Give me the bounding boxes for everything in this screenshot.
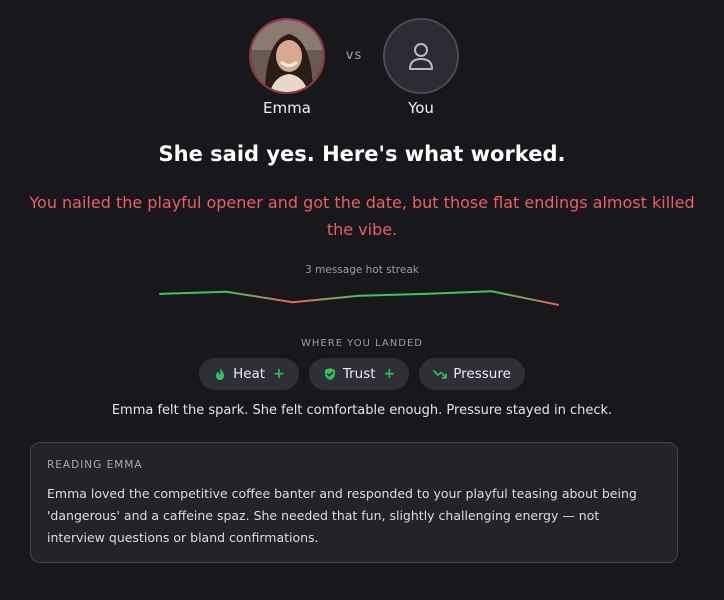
reading-card: READING EMMA Emma loved the competitive … xyxy=(30,442,678,563)
matchup-header: Emma vs You xyxy=(0,18,724,118)
reading-text: Emma loved the competitive coffee banter… xyxy=(47,486,637,545)
sparkline-segment xyxy=(291,294,360,304)
avatar[interactable] xyxy=(383,18,459,94)
outcome-chips: Heat + Trust + Pressure xyxy=(0,358,724,390)
result-summary: You nailed the playful opener and got th… xyxy=(29,193,695,239)
vs-label: vs xyxy=(345,48,363,63)
sparkline-segment xyxy=(159,290,228,295)
chip-pressure[interactable]: Pressure xyxy=(419,358,525,390)
match-name: Emma xyxy=(263,99,311,117)
trend-down-icon xyxy=(433,367,448,381)
avatar[interactable] xyxy=(249,18,325,94)
match-profile[interactable]: Emma xyxy=(237,18,337,117)
sparkline-segment xyxy=(225,290,294,304)
chip-delta: + xyxy=(383,366,396,382)
flame-icon xyxy=(213,367,227,381)
profile-photo xyxy=(251,20,323,92)
results-page: Emma vs You She said yes. Here's what wo… xyxy=(0,0,724,600)
chip-delta: + xyxy=(273,366,285,382)
reading-title: READING EMMA xyxy=(47,459,143,471)
chip-label: Pressure xyxy=(453,366,511,382)
landed-label: WHERE YOU LANDED xyxy=(301,338,423,349)
chip-heat[interactable]: Heat + xyxy=(199,358,299,390)
chip-trust[interactable]: Trust + xyxy=(308,358,410,390)
sparkline-segment xyxy=(358,292,427,297)
sparkline-segment xyxy=(490,290,559,306)
user-name: You xyxy=(408,99,434,117)
streak-sparkline xyxy=(159,290,559,306)
streak-label: 3 message hot streak xyxy=(305,264,419,276)
user-icon xyxy=(409,43,433,70)
shield-check-icon xyxy=(323,367,337,381)
sparkline-segment xyxy=(424,290,493,295)
chip-label: Heat xyxy=(233,366,266,382)
page-title: She said yes. Here's what worked. xyxy=(158,142,566,166)
user-profile[interactable]: You xyxy=(371,18,471,117)
outcome-verdict: Emma felt the spark. She felt comfortabl… xyxy=(111,403,613,418)
chip-label: Trust xyxy=(342,366,376,382)
